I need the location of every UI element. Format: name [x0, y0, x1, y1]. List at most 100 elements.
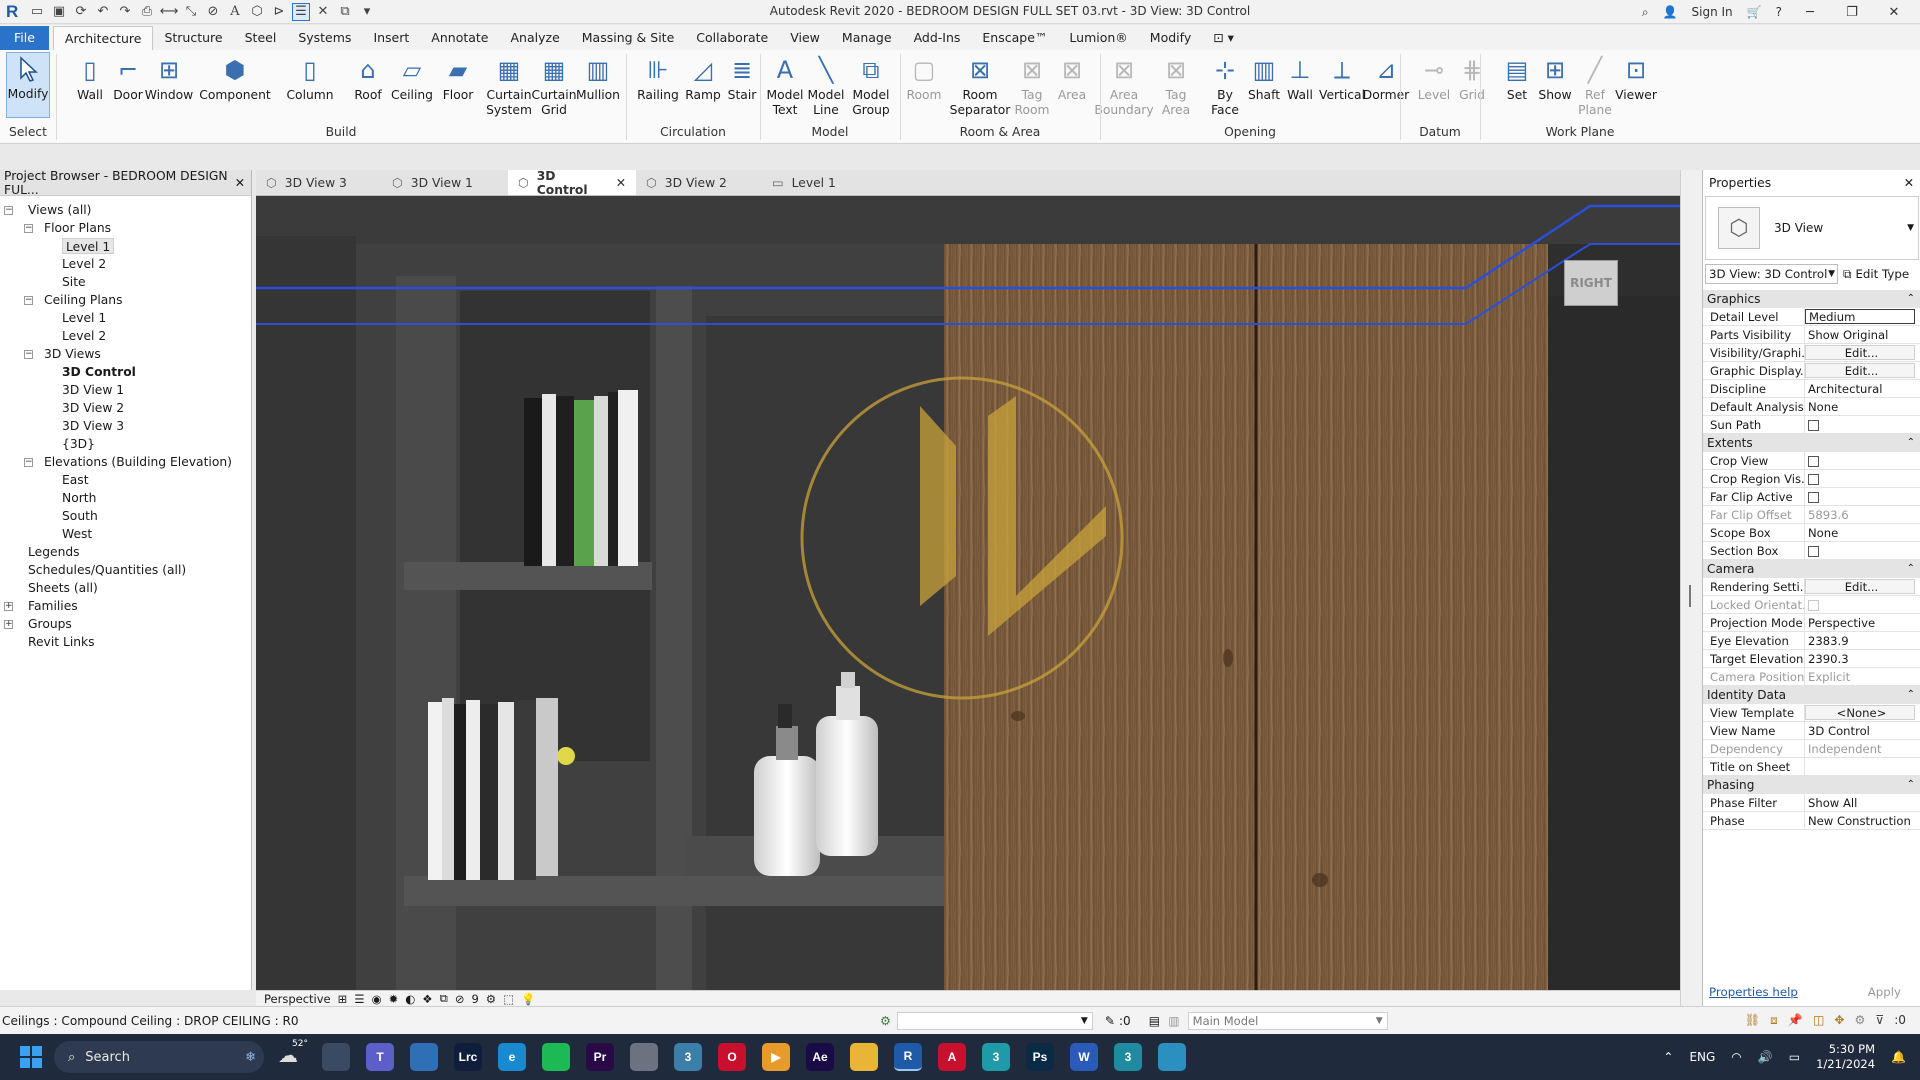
property-checkbox[interactable]	[1805, 542, 1920, 559]
modify-tool-button[interactable]: Modify	[6, 52, 50, 118]
taskbar-app-spotify[interactable]	[542, 1043, 570, 1071]
tool-model-text-button[interactable]: A Model Text	[766, 54, 804, 118]
close-icon[interactable]: ✕	[235, 176, 245, 190]
detail-level-icon[interactable]: ☰	[354, 992, 364, 1006]
browser-item[interactable]: Level 1	[62, 238, 115, 254]
property-value[interactable]: Medium	[1805, 309, 1915, 324]
tool-ref-plane-button[interactable]: ╱ Ref Plane	[1574, 54, 1616, 118]
face-select-icon[interactable]: ◫	[1813, 1013, 1824, 1028]
property-section-header[interactable]: Identity Data ⌃	[1703, 686, 1920, 704]
lock-3d-icon[interactable]: ⬚	[503, 992, 514, 1006]
open-icon[interactable]: ▭	[28, 3, 46, 21]
browser-item[interactable]: North	[62, 490, 96, 506]
tree-expand-toggle[interactable]: −	[24, 296, 33, 305]
tool-ceiling-button[interactable]: ▱ Ceiling	[390, 54, 434, 103]
tool-mullion-button[interactable]: ▥ Mullion	[574, 54, 622, 103]
tool-window-button[interactable]: ⊞ Window	[144, 54, 194, 103]
ribbon-tab-systems[interactable]: Systems	[287, 26, 362, 50]
taskbar-app-after-effects[interactable]: Ae	[806, 1043, 834, 1071]
chevron-up-icon[interactable]: ⌃	[1663, 1050, 1673, 1064]
view-tab-3d-view-2[interactable]: ⬡ 3D View 2	[636, 170, 762, 195]
property-value[interactable]	[1805, 758, 1920, 775]
property-value[interactable]: 3D Control	[1805, 722, 1920, 739]
tool-grid-button[interactable]: ⋕ Grid	[1454, 54, 1490, 103]
tool-level-button[interactable]: ⊸ Level	[1416, 54, 1452, 103]
collapse-icon[interactable]: ⌃	[1907, 560, 1915, 578]
filter-icon[interactable]: ⊽	[1875, 1013, 1884, 1028]
ribbon-tab-insert[interactable]: Insert	[362, 26, 420, 50]
taskbar-app-premiere[interactable]: Pr	[586, 1043, 614, 1071]
worksharing-icon[interactable]: ⚙	[486, 992, 496, 1006]
tool-ramp-button[interactable]: ◿ Ramp	[684, 54, 722, 103]
editable-only-icon[interactable]: ✎	[1105, 1014, 1115, 1028]
default-3d-view-icon[interactable]: ⬡	[248, 3, 266, 21]
tree-expand-toggle[interactable]: −	[4, 206, 13, 215]
tool-door-button[interactable]: ⌐ Door	[108, 54, 148, 103]
tool-viewer-button[interactable]: ⊡ Viewer	[1614, 54, 1658, 103]
tool-column-button[interactable]: ▯ Column	[285, 54, 335, 103]
tool-roof-button[interactable]: ⌂ Roof	[346, 54, 390, 103]
browser-item[interactable]: 3D Views	[44, 346, 101, 362]
tool-area-button[interactable]: ⊠ Area	[1054, 54, 1090, 103]
tool-floor-button[interactable]: ▰ Floor	[436, 54, 480, 103]
taskbar-app-photoshop[interactable]: Ps	[1026, 1043, 1054, 1071]
close-icon[interactable]: ✕	[1904, 176, 1914, 190]
property-edit-button[interactable]: Edit...	[1805, 579, 1915, 594]
tree-expand-toggle[interactable]: +	[4, 620, 13, 629]
browser-item[interactable]: 3D Control	[62, 364, 136, 380]
3d-viewport[interactable]: RIGHT	[256, 196, 1680, 990]
minimize-button[interactable]: ─	[1796, 5, 1824, 20]
property-value[interactable]: 2390.3	[1805, 650, 1920, 667]
ribbon-tab-manage[interactable]: Manage	[831, 26, 903, 50]
taskbar-app-app-globe[interactable]	[1158, 1043, 1186, 1071]
browser-item[interactable]: Level 1	[62, 310, 106, 326]
property-value[interactable]: None	[1805, 398, 1920, 415]
taskbar-app-app-3[interactable]: 3	[982, 1043, 1010, 1071]
apply-button[interactable]: Apply	[1854, 985, 1915, 999]
tool-wall-button[interactable]: ▯ Wall	[70, 54, 110, 103]
view-tab-3d-control[interactable]: ⬡ 3D Control ✕	[508, 169, 636, 197]
link-select-icon[interactable]: ⛓	[1745, 1013, 1760, 1028]
taskbar-app-file-explorer[interactable]	[850, 1043, 878, 1071]
collapse-icon[interactable]: ⌃	[1907, 686, 1915, 704]
tag-icon[interactable]: ⊘	[204, 3, 222, 21]
property-value[interactable]: Show All	[1805, 794, 1920, 811]
restore-button[interactable]: ❐	[1838, 5, 1866, 20]
ribbon-tab-file[interactable]: File	[0, 26, 49, 50]
viewcube[interactable]: RIGHT	[1564, 260, 1618, 306]
sun-path-icon[interactable]: ✹	[389, 992, 399, 1006]
browser-item[interactable]: Views (all)	[28, 202, 91, 218]
underlay-select-icon[interactable]: ⧈	[1770, 1013, 1778, 1028]
browser-item[interactable]: 3D View 3	[62, 418, 124, 434]
projection-label[interactable]: Perspective	[264, 992, 331, 1006]
tool-railing-button[interactable]: ⊪ Railing	[636, 54, 680, 103]
property-checkbox[interactable]	[1805, 488, 1920, 505]
measure-icon[interactable]: ⟷	[160, 3, 179, 21]
ribbon-tab-view[interactable]: View	[779, 26, 831, 50]
redo-icon[interactable]: ↷	[116, 3, 134, 21]
tool-component-button[interactable]: ⬢ Component	[199, 54, 270, 103]
property-value[interactable]: None	[1805, 524, 1920, 541]
pinned-select-icon[interactable]: 📌	[1788, 1013, 1803, 1028]
taskbar-app-app-3b[interactable]: 3	[1114, 1043, 1142, 1071]
taskbar-app-media[interactable]: ▶	[762, 1043, 790, 1071]
property-section-header[interactable]: Camera ⌃	[1703, 560, 1920, 578]
revit-logo-icon[interactable]: R	[6, 2, 24, 21]
browser-item[interactable]: 3D View 1	[62, 382, 124, 398]
tool-model-group-button[interactable]: ⧉ Model Group	[848, 54, 894, 118]
close-icon[interactable]: ✕	[616, 176, 626, 190]
print-icon[interactable]: ⎙	[138, 3, 156, 21]
collapse-icon[interactable]: ⌃	[1907, 434, 1915, 452]
ribbon-tab-architecture[interactable]: Architecture	[52, 26, 154, 50]
drag-select-icon[interactable]: ✥	[1834, 1013, 1844, 1028]
collapse-icon[interactable]: ⌃	[1907, 290, 1915, 308]
collapse-icon[interactable]: ⌃	[1907, 776, 1915, 794]
view-tab-level-1[interactable]: ▭ Level 1	[762, 170, 888, 195]
property-value[interactable]: 2383.9	[1805, 632, 1920, 649]
tree-expand-toggle[interactable]: +	[4, 602, 13, 611]
tool-vertical-button[interactable]: ⟂ Vertical	[1319, 54, 1365, 103]
ribbon-tab-analyze[interactable]: Analyze	[500, 26, 571, 50]
browser-item[interactable]: Schedules/Quantities (all)	[28, 562, 186, 578]
property-value[interactable]: Show Original	[1805, 326, 1920, 343]
property-value[interactable]: Perspective	[1805, 614, 1920, 631]
